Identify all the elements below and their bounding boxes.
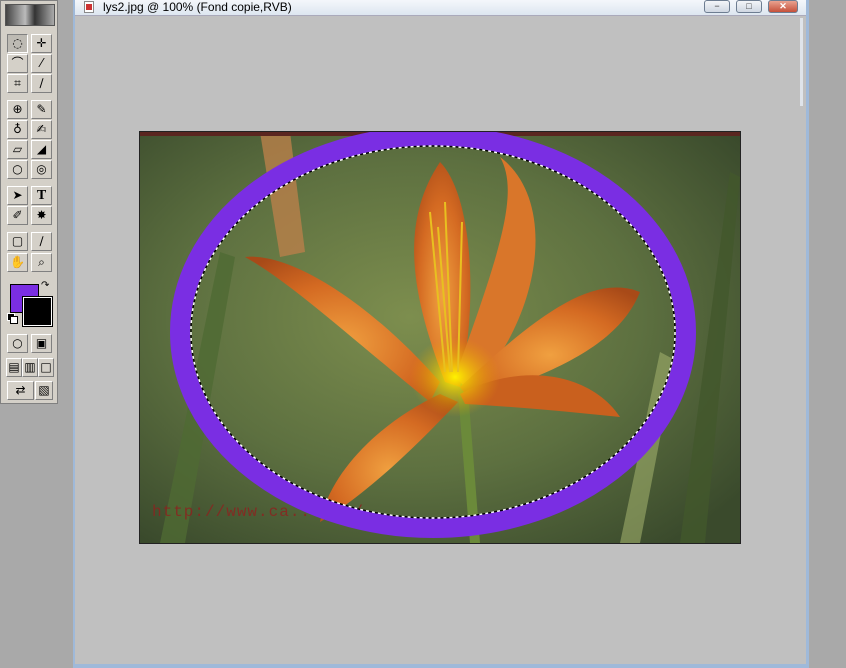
document-title: lys2.jpg @ 100% (Fond copie,RVB) <box>103 0 292 14</box>
close-button[interactable]: ✕ <box>768 0 798 13</box>
move-tool-icon[interactable]: ✛ <box>31 34 52 53</box>
notes-tool-icon[interactable]: ▢ <box>7 232 28 251</box>
document-icon <box>84 1 94 13</box>
clone-stamp-tool-icon[interactable]: ♁ <box>7 120 28 139</box>
eraser-tool-icon[interactable]: ▱ <box>7 140 28 159</box>
maximize-button[interactable]: □ <box>736 0 762 13</box>
scrollbar[interactable] <box>800 18 803 106</box>
full-screen-mode-icon[interactable]: □ <box>38 358 54 377</box>
pen-tool-icon[interactable]: ✐ <box>7 206 28 225</box>
path-selection-tool-icon[interactable]: ➤ <box>7 186 28 205</box>
eyedropper-tool-icon[interactable]: ∕ <box>31 232 52 251</box>
watermark-text: http://www.ca...com/ <box>152 503 365 521</box>
toolbox-panel: ◌ ✛ ⌒ ⁄ ⌗ ∕ ⊕ ✎ ♁ ✍ ▱ ◢ ○ ◎ ➤ T ✐ ✸ ▢ ∕ … <box>0 0 58 404</box>
quick-mask-mode-icon[interactable]: ▣ <box>31 334 52 353</box>
document-titlebar[interactable]: lys2.jpg @ 100% (Fond copie,RVB) − □ ✕ <box>75 0 806 16</box>
blur-tool-icon[interactable]: ○ <box>7 160 28 179</box>
custom-shape-tool-icon[interactable]: ✸ <box>31 206 52 225</box>
paint-bucket-tool-icon[interactable]: ◢ <box>31 140 52 159</box>
full-screen-menu-mode-icon[interactable]: ▥ <box>22 358 38 377</box>
swap-colors-icon[interactable]: ↷ <box>41 280 49 291</box>
type-tool-icon[interactable]: T <box>31 186 52 205</box>
zoom-tool-icon[interactable]: ⌕ <box>31 253 52 272</box>
background-color-swatch[interactable] <box>22 296 53 327</box>
crop-tool-icon[interactable]: ⌗ <box>7 74 28 93</box>
history-brush-tool-icon[interactable]: ✍ <box>31 120 52 139</box>
lasso-tool-icon[interactable]: ⌒ <box>7 54 28 73</box>
dodge-tool-icon[interactable]: ◎ <box>31 160 52 179</box>
extras-icon[interactable]: ▧ <box>35 381 53 400</box>
image-canvas[interactable]: http://www.ca...com/ <box>139 131 741 544</box>
standard-screen-mode-icon[interactable]: ▤ <box>6 358 22 377</box>
lily-photo <box>140 132 740 543</box>
slice-tool-icon[interactable]: ∕ <box>31 74 52 93</box>
canvas-top-edge <box>140 132 740 136</box>
hand-tool-icon[interactable]: ✋ <box>7 253 28 272</box>
standard-mode-icon[interactable]: ○ <box>7 334 28 353</box>
default-colors-icon[interactable] <box>7 313 18 324</box>
brush-tool-icon[interactable]: ✎ <box>31 100 52 119</box>
toolbox-header-logo[interactable] <box>5 4 55 26</box>
healing-brush-tool-icon[interactable]: ⊕ <box>7 100 28 119</box>
minimize-button[interactable]: − <box>704 0 730 13</box>
jump-to-imageready-icon[interactable]: ⇄ <box>7 381 34 400</box>
marquee-tool-icon[interactable]: ◌ <box>7 34 28 53</box>
magic-wand-tool-icon[interactable]: ⁄ <box>31 54 52 73</box>
